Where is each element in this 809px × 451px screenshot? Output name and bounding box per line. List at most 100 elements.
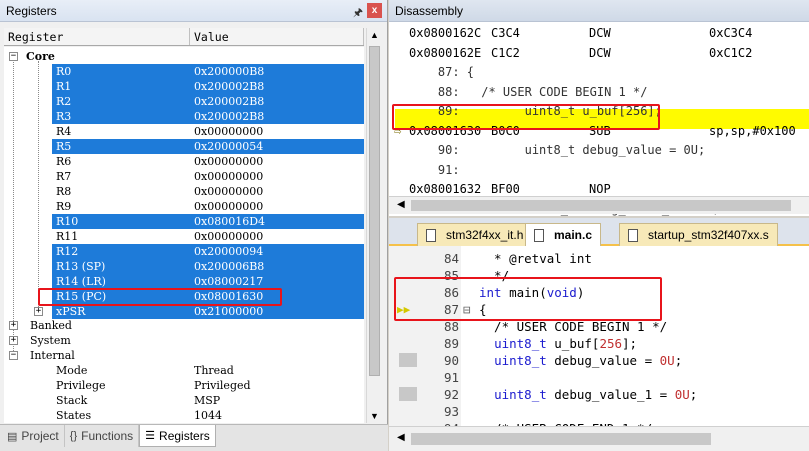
register-row[interactable]: R11 0x00000000 <box>4 229 364 244</box>
register-value[interactable]: 0x00000000 <box>194 124 263 139</box>
scroll-thumb[interactable] <box>411 433 711 445</box>
column-register[interactable]: Register <box>4 28 190 45</box>
code-line[interactable]: 92 uint8_t debug_value_1 = 0U; <box>389 386 809 403</box>
register-row[interactable]: R2 0x200002B8 <box>4 94 364 109</box>
editor-hscrollbar[interactable]: ◀ <box>389 426 809 451</box>
group-system[interactable]: + System <box>4 333 364 348</box>
register-row[interactable]: R9 0x00000000 <box>4 199 364 214</box>
register-row[interactable]: R7 0x00000000 <box>4 169 364 184</box>
tab-stm32f4xx-it-h[interactable]: stm32f4xx_it.h <box>417 223 533 246</box>
register-value[interactable]: 0x200002B8 <box>194 109 264 124</box>
registers-scrollbar[interactable]: ▲ ▼ <box>366 28 382 423</box>
asm-arg: sp,sp,#0x100 <box>709 123 796 138</box>
tab-registers[interactable]: ☰ Registers <box>139 425 216 447</box>
register-row[interactable]: R1 0x200002B8 <box>4 79 364 94</box>
register-value[interactable]: 0x21000000 <box>194 304 263 319</box>
line-number: 92 <box>443 387 459 402</box>
close-icon[interactable]: x <box>367 3 382 18</box>
scroll-left-icon[interactable]: ◀ <box>397 432 405 443</box>
source-line[interactable]: 88: /* USER CODE BEGIN 1 */ <box>389 83 809 102</box>
line-number: 93 <box>443 404 459 419</box>
asm-arg: 0xC3C4 <box>709 26 753 40</box>
tab-functions[interactable]: {} Functions <box>65 425 140 447</box>
code-line[interactable]: 84 * @retval int <box>389 250 809 267</box>
code-line[interactable]: 93 <box>389 403 809 420</box>
register-value[interactable]: 0x08000217 <box>194 274 263 289</box>
register-value[interactable]: 0x00000000 <box>194 199 263 214</box>
code-text: * @retval int <box>479 251 592 266</box>
asm-line[interactable]: 0x0800162C C3C4 DCW 0xC3C4 <box>389 24 809 43</box>
register-row[interactable]: + xPSR 0x21000000 <box>4 304 364 319</box>
register-row[interactable]: R13 (SP) 0x200006B8 <box>4 259 364 274</box>
group-core[interactable]: − Core <box>4 49 364 64</box>
pc-register-highlight-box <box>38 288 282 306</box>
scroll-up-icon[interactable]: ▲ <box>370 30 379 40</box>
code-line[interactable]: 89 uint8_t u_buf[256]; <box>389 335 809 352</box>
register-name: R1 <box>56 80 72 93</box>
line-number: 84 <box>443 251 459 266</box>
register-row[interactable]: R5 0x20000054 <box>4 139 364 154</box>
expand-icon[interactable]: + <box>9 336 18 345</box>
column-value[interactable]: Value <box>190 28 364 45</box>
scroll-thumb[interactable] <box>369 46 380 376</box>
register-value[interactable]: 0x00000000 <box>194 169 263 184</box>
disassembly-hscrollbar[interactable]: ◀ <box>389 196 809 214</box>
asm-addr: 0x0800162C <box>409 26 482 40</box>
source-line[interactable]: 90: uint8_t debug_value = 0U; <box>389 141 809 160</box>
collapse-icon[interactable]: − <box>9 52 18 61</box>
register-value[interactable]: 0x00000000 <box>194 154 263 169</box>
code-text: uint8_t debug_value = 0U; <box>494 353 683 368</box>
register-row[interactable]: R4 0x00000000 <box>4 124 364 139</box>
code-editor[interactable]: 84 * @retval int 85 */86 int main(void) ▶▶ ⊟… <box>389 246 809 426</box>
register-value[interactable]: 0x200000B8 <box>194 64 264 79</box>
expand-icon[interactable]: + <box>9 321 18 330</box>
group-banked[interactable]: + Banked <box>4 318 364 333</box>
breakpoint-marker-icon[interactable] <box>399 353 417 367</box>
tab-label: Project <box>21 429 59 443</box>
internal-row[interactable]: Mode Thread <box>4 363 364 378</box>
register-name: R7 <box>56 170 72 183</box>
group-internal[interactable]: − Internal <box>4 348 364 363</box>
register-value[interactable]: 0x20000054 <box>194 139 263 154</box>
tab-project[interactable]: ▤ Project <box>2 425 65 447</box>
registers-icon: ☰ <box>145 430 156 442</box>
register-value[interactable]: 0x00000000 <box>194 184 263 199</box>
tab-label: Registers <box>159 428 210 443</box>
source-line[interactable]: 87: { <box>389 63 809 82</box>
register-row[interactable]: R10 0x080016D4 <box>4 214 364 229</box>
register-value[interactable]: 0x200002B8 <box>194 94 264 109</box>
tab-label: Functions <box>81 429 134 443</box>
registers-title: Registers <box>6 3 57 18</box>
asm-line[interactable]: 0x0800162E C1C2 DCW 0xC1C2 <box>389 44 809 63</box>
code-line[interactable]: 90 uint8_t debug_value = 0U; <box>389 352 809 369</box>
register-value[interactable]: 0x080016D4 <box>194 214 265 229</box>
register-row[interactable]: R3 0x200002B8 <box>4 109 364 124</box>
expand-icon[interactable]: + <box>34 307 43 316</box>
register-name: R2 <box>56 95 72 108</box>
tab-main-c[interactable]: main.c <box>525 223 602 246</box>
asm-op: C1C2 <box>491 45 520 60</box>
register-value[interactable]: 0x200002B8 <box>194 79 264 94</box>
register-row[interactable]: R0 0x200000B8 <box>4 64 364 79</box>
tab-startup-s[interactable]: startup_stm32f407xx.s <box>619 223 778 246</box>
source-line[interactable]: 91: <box>389 161 809 180</box>
register-row[interactable]: R8 0x00000000 <box>4 184 364 199</box>
register-row[interactable]: R6 0x00000000 <box>4 154 364 169</box>
code-line[interactable]: 91 <box>389 369 809 386</box>
internal-row[interactable]: Privilege Privileged <box>4 378 364 393</box>
internal-row[interactable]: Stack MSP <box>4 393 364 408</box>
scroll-left-icon[interactable]: ◀ <box>397 199 405 210</box>
collapse-icon[interactable]: − <box>9 351 18 360</box>
group-label: Core <box>26 50 55 63</box>
register-value[interactable]: 0x200006B8 <box>194 259 264 274</box>
pin-icon[interactable]: 🖈 <box>353 4 363 23</box>
register-row[interactable]: R12 0x20000094 <box>4 244 364 259</box>
register-value[interactable]: 0x00000000 <box>194 229 263 244</box>
scroll-thumb[interactable] <box>411 200 791 211</box>
breakpoint-marker-icon[interactable] <box>399 387 417 401</box>
file-icon <box>628 228 638 242</box>
register-value[interactable]: 0x20000094 <box>194 244 263 259</box>
scroll-down-icon[interactable]: ▼ <box>370 411 379 421</box>
internal-row[interactable]: States 1044 <box>4 408 364 423</box>
register-row[interactable]: R14 (LR) 0x08000217 <box>4 274 364 289</box>
